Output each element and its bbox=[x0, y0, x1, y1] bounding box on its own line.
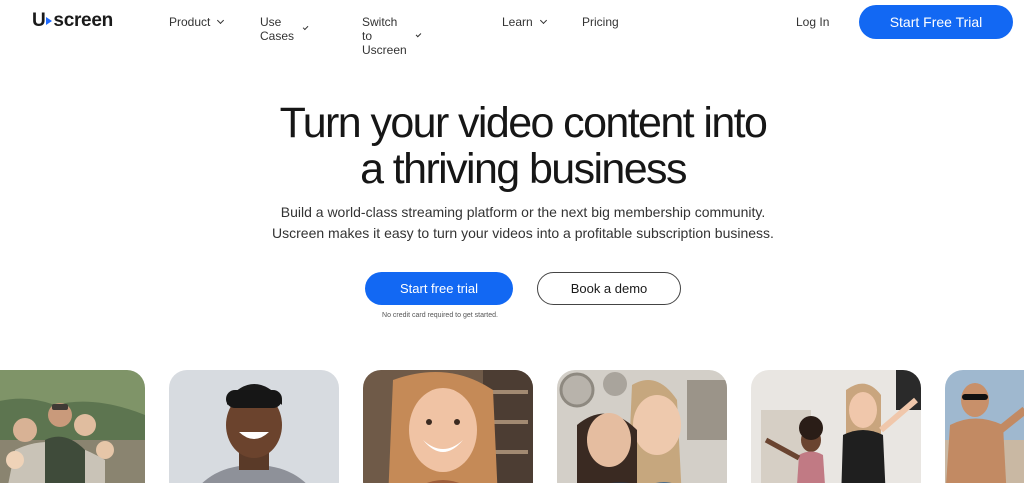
logo-play-icon bbox=[46, 17, 53, 25]
hero-subtitle-line1: Build a world-class streaming platform o… bbox=[280, 204, 766, 220]
nav-item-product[interactable]: Product bbox=[169, 15, 225, 29]
nav-item-switch[interactable]: Switch to Uscreen bbox=[362, 15, 422, 57]
no-credit-card-note: No credit card required to get started. bbox=[382, 312, 498, 319]
nav-item-label: Pricing bbox=[582, 15, 619, 29]
hero-headline-line2: a thriving business bbox=[360, 145, 687, 193]
fitness-class-photo-icon bbox=[751, 370, 921, 483]
nav-item-label: Learn bbox=[502, 15, 533, 29]
chevron-down-icon bbox=[217, 16, 225, 24]
two-women-kitchen-photo-icon bbox=[557, 370, 727, 483]
chevron-down-icon bbox=[415, 31, 422, 37]
hero-subtitle: Build a world-class streaming platform o… bbox=[0, 202, 1024, 244]
login-link[interactable]: Log In bbox=[796, 15, 829, 29]
uscreen-logo[interactable]: Uscreen bbox=[32, 10, 113, 32]
smiling-man-photo-icon bbox=[169, 370, 339, 483]
nav-item-use-cases[interactable]: Use Cases bbox=[260, 15, 309, 43]
smiling-woman-photo-icon bbox=[363, 370, 533, 483]
nav-item-pricing[interactable]: Pricing bbox=[582, 15, 619, 29]
nav-item-label: Product bbox=[169, 15, 211, 29]
chevron-down-icon bbox=[302, 24, 309, 30]
hero-headline: Turn your video content into a thriving … bbox=[0, 100, 1024, 192]
top-navigation: Uscreen Product Use Cases Switch to Uscr… bbox=[0, 0, 1024, 57]
hero-subtitle-line2: Uscreen makes it easy to turn your video… bbox=[272, 225, 774, 241]
start-free-trial-button[interactable]: Start free trial bbox=[365, 272, 513, 305]
chevron-down-icon bbox=[539, 16, 547, 24]
book-demo-button[interactable]: Book a demo bbox=[537, 272, 681, 305]
fitness-man-photo-icon bbox=[945, 370, 1024, 483]
nav-item-learn[interactable]: Learn bbox=[502, 15, 547, 29]
logo-letter: U bbox=[32, 10, 46, 31]
nav-item-label: Use Cases bbox=[260, 15, 295, 43]
family-photo-icon bbox=[0, 370, 145, 483]
logo-text: screen bbox=[53, 10, 113, 31]
start-free-trial-nav-button[interactable]: Start Free Trial bbox=[859, 5, 1013, 39]
nav-item-label: Switch to Uscreen bbox=[362, 15, 407, 57]
hero-headline-line1: Turn your video content into bbox=[279, 99, 768, 147]
